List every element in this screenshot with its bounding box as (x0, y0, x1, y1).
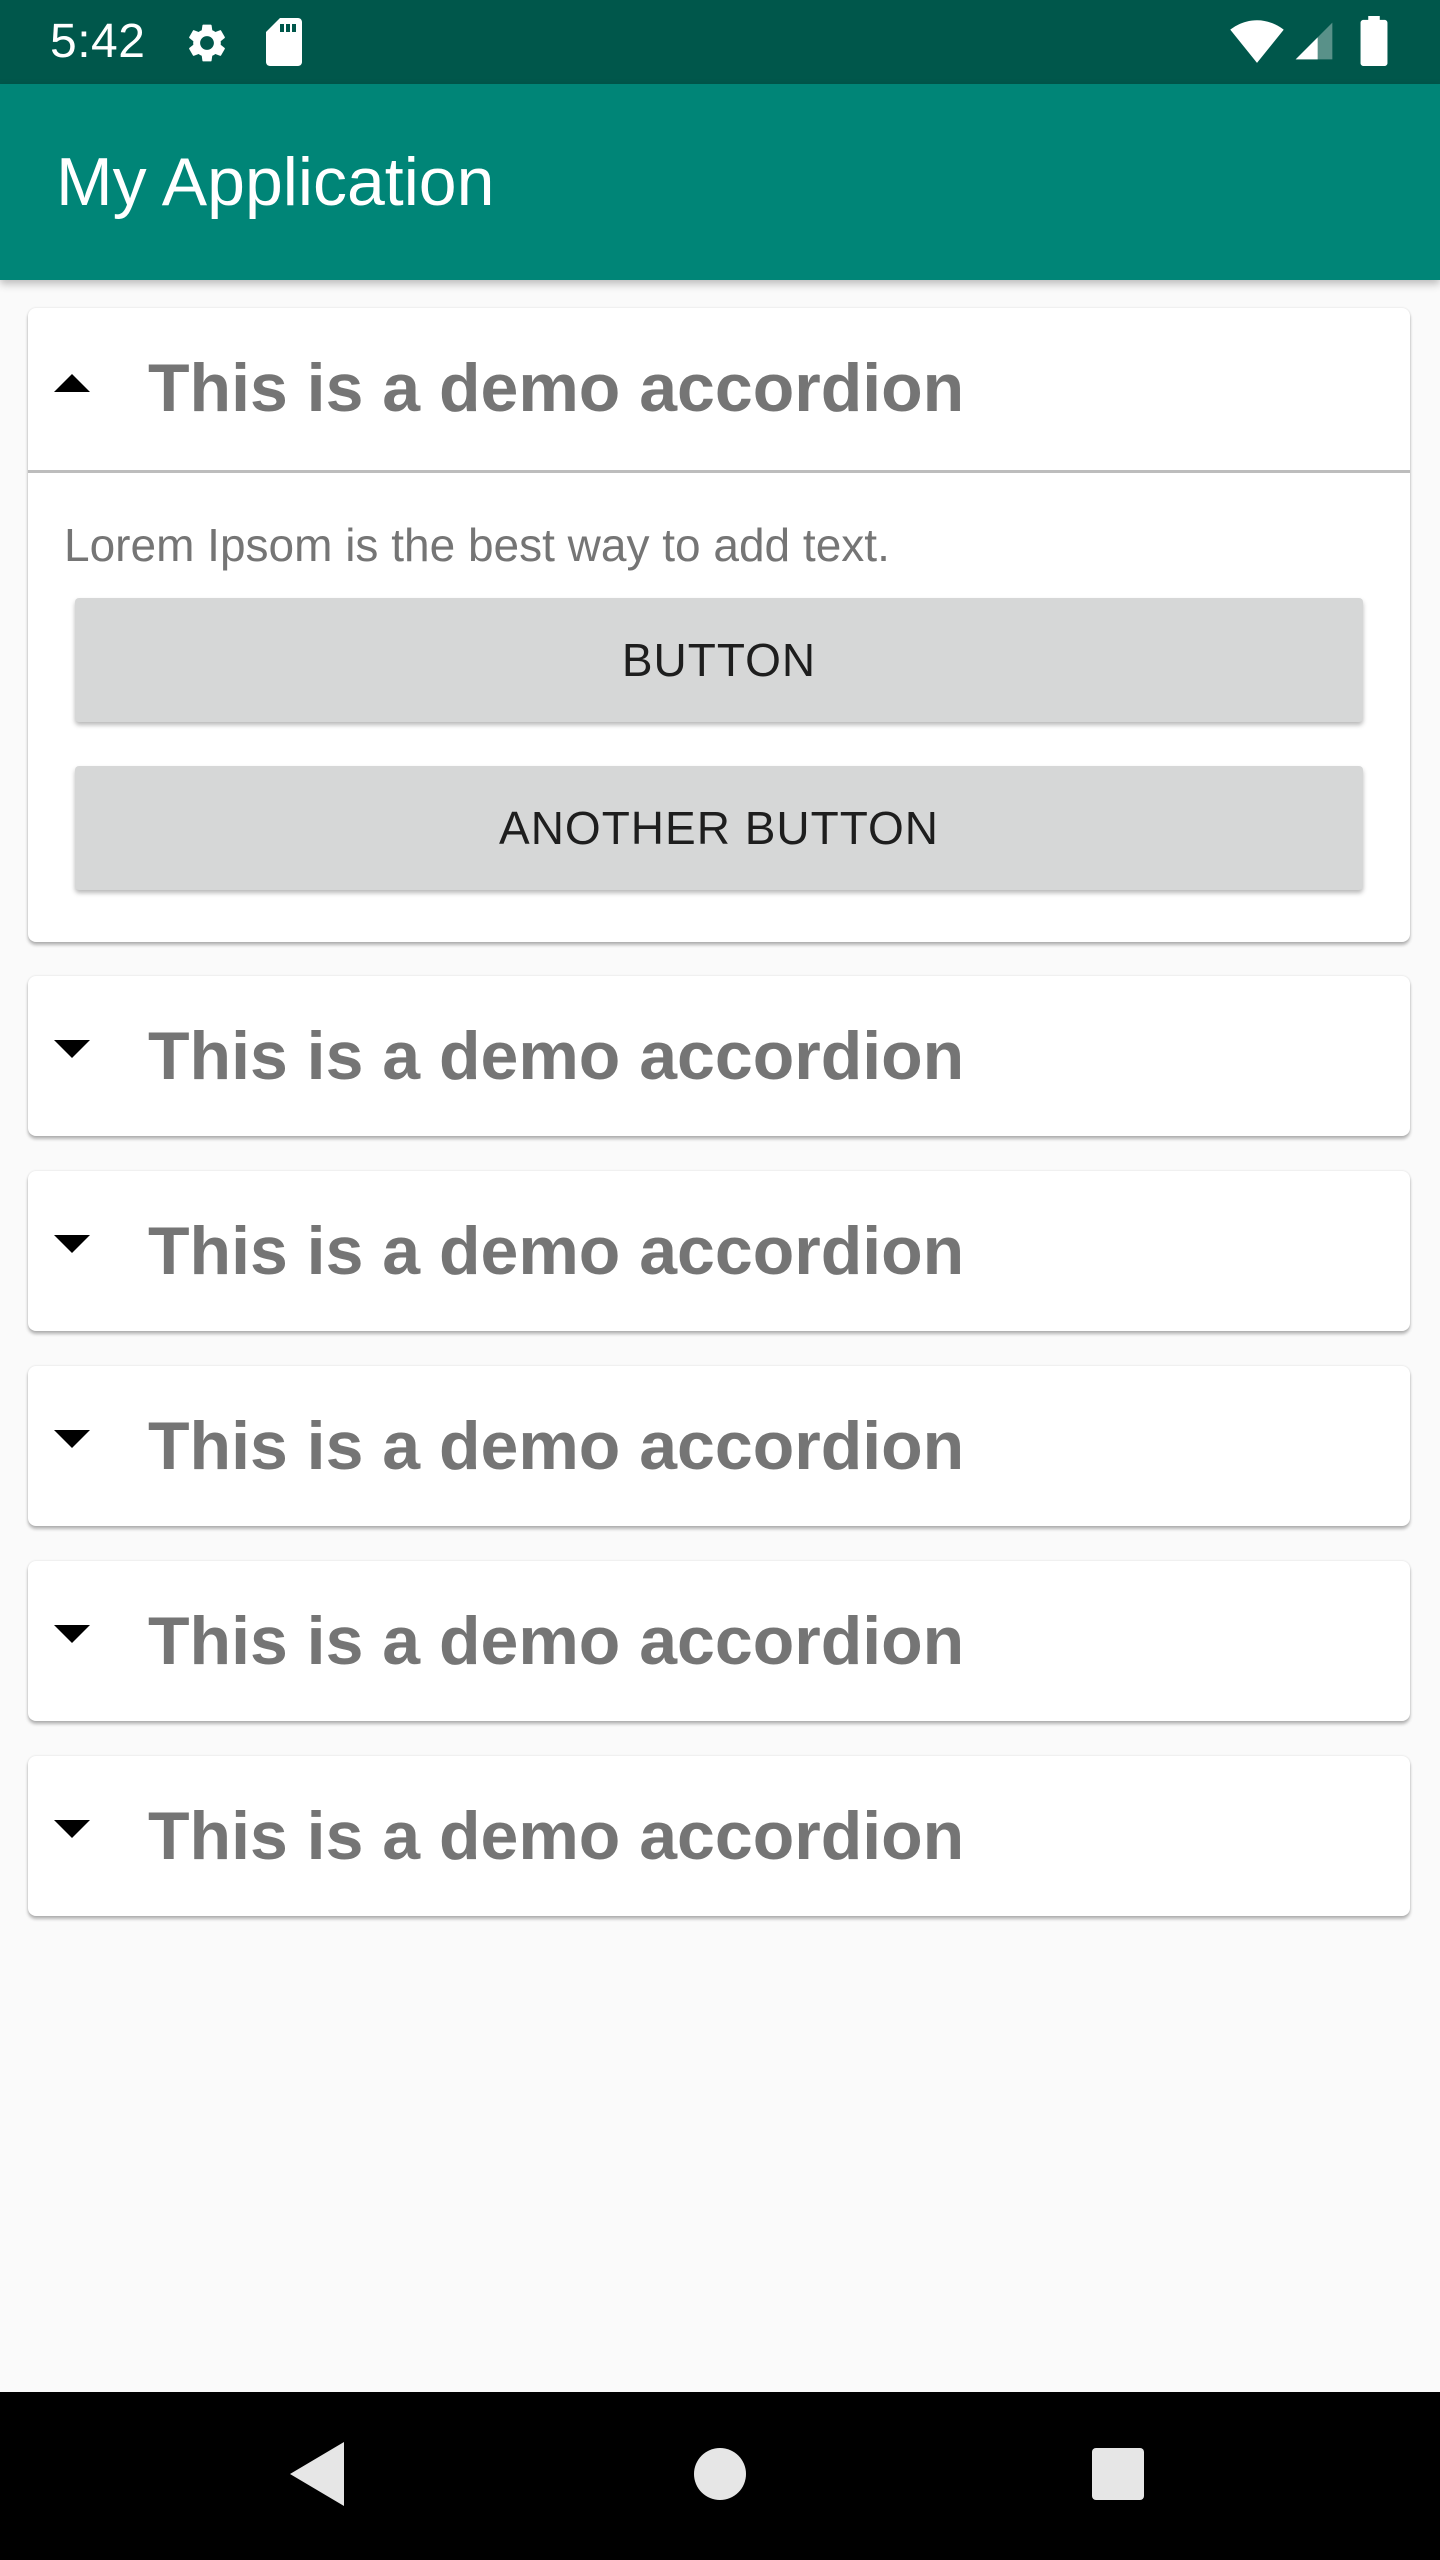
arrow-down-icon (54, 1040, 90, 1058)
accordion-header[interactable]: This is a demo accordion (28, 1171, 1410, 1331)
back-icon[interactable] (290, 2442, 344, 2506)
accordion-header[interactable]: This is a demo accordion (28, 976, 1410, 1136)
arrow-up-icon (54, 374, 90, 392)
arrow-down-icon (54, 1625, 90, 1643)
arrow-down-icon (54, 1235, 90, 1253)
arrow-down-icon (54, 1820, 90, 1838)
arrow-down-icon (54, 1430, 90, 1448)
app-bar: My Application (0, 84, 1440, 280)
accordion-item: This is a demo accordion Lorem Ipsom is … (28, 308, 1410, 942)
wifi-icon (1230, 20, 1284, 63)
recents-icon[interactable] (1092, 2448, 1144, 2500)
accordion-title: This is a demo accordion (148, 1213, 965, 1289)
accordion-title: This is a demo accordion (148, 1798, 965, 1874)
accordion-header[interactable]: This is a demo accordion (28, 308, 1410, 468)
accordion-item: This is a demo accordion (28, 1561, 1410, 1721)
accordion-item: This is a demo accordion (28, 1171, 1410, 1331)
button[interactable]: BUTTON (75, 598, 1363, 722)
accordion-title: This is a demo accordion (148, 1603, 965, 1679)
another-button[interactable]: ANOTHER BUTTON (75, 766, 1363, 890)
accordion-title: This is a demo accordion (148, 1018, 965, 1094)
battery-icon (1360, 16, 1388, 66)
sd-card-icon (266, 18, 302, 66)
accordion-divider (28, 470, 1410, 473)
accordion-title: This is a demo accordion (148, 350, 965, 426)
accordion-title: This is a demo accordion (148, 1408, 965, 1484)
app-title: My Application (56, 144, 495, 220)
screen: 5:42 My Application This is a demo accor… (0, 0, 1440, 2560)
gear-icon (189, 24, 225, 62)
accordion-item: This is a demo accordion (28, 1366, 1410, 1526)
navigation-bar (0, 2392, 1440, 2560)
accordion-header[interactable]: This is a demo accordion (28, 1366, 1410, 1526)
accordion-header[interactable]: This is a demo accordion (28, 1561, 1410, 1721)
accordion-item: This is a demo accordion (28, 1756, 1410, 1916)
accordion-item: This is a demo accordion (28, 976, 1410, 1136)
accordion-body-text: Lorem Ipsom is the best way to add text. (64, 519, 890, 571)
cell-signal-icon (1295, 22, 1333, 60)
status-time: 5:42 (50, 15, 146, 68)
status-bar: 5:42 (0, 0, 1440, 84)
home-icon[interactable] (694, 2448, 746, 2500)
accordion-header[interactable]: This is a demo accordion (28, 1756, 1410, 1916)
